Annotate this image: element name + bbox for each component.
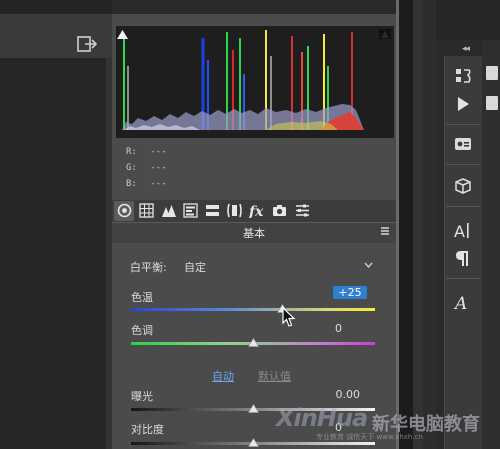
auto-button[interactable]: 自动 — [212, 368, 234, 384]
tint-label: 色调 — [131, 324, 153, 337]
detail-icon[interactable] — [161, 203, 176, 218]
right-gutter — [423, 0, 436, 449]
readout-g: G: --- — [126, 163, 167, 173]
watermark-logo: XinHua — [276, 404, 368, 432]
white-balance-label: 白平衡: — [130, 261, 167, 274]
default-button[interactable]: 默认值 — [258, 368, 291, 384]
left-top-strip — [0, 0, 112, 14]
tool-separator — [446, 278, 480, 279]
paragraph-icon[interactable] — [453, 248, 473, 268]
menu-icon[interactable] — [380, 226, 390, 236]
collapse-panels-button[interactable]: ◂◂ — [462, 44, 470, 54]
readout-channel: G: — [126, 163, 137, 173]
presets-icon[interactable] — [295, 203, 310, 218]
readout-value: --- — [150, 163, 167, 173]
tint-value[interactable]: 0 — [310, 322, 342, 335]
white-balance-select[interactable]: 自定 — [184, 259, 206, 275]
chevron-down-icon[interactable] — [364, 262, 373, 268]
svg-text:A: A — [453, 294, 467, 312]
shadow-clipping-icon[interactable] — [116, 28, 129, 40]
tone-curve-icon[interactable] — [139, 203, 154, 218]
mouse-cursor-icon — [282, 306, 296, 327]
panel-gap — [399, 0, 413, 449]
readout-r: R: --- — [126, 147, 167, 157]
3d-icon[interactable] — [453, 176, 473, 196]
history-icon[interactable] — [453, 66, 473, 86]
exposure-label: 曝光 — [131, 390, 153, 403]
svg-text:fx: fx — [249, 204, 264, 218]
svg-text:A: A — [454, 222, 465, 240]
lens-corrections-icon[interactable] — [227, 203, 242, 218]
side-panel-tab[interactable] — [486, 66, 498, 80]
right-gutter — [413, 0, 423, 449]
play-icon[interactable] — [453, 94, 473, 114]
readout-channel: B: — [126, 179, 137, 189]
basic-icon[interactable] — [117, 203, 132, 218]
hsl-icon[interactable] — [183, 203, 198, 218]
tool-separator — [446, 164, 480, 165]
histogram — [116, 26, 394, 138]
temperature-label: 色温 — [131, 291, 153, 304]
exposure-value[interactable]: 0.00 — [322, 388, 361, 401]
tool-separator — [446, 206, 480, 207]
tint-slider-thumb[interactable] — [247, 338, 259, 347]
glyphs-icon[interactable]: A — [453, 292, 473, 312]
image-info-icon[interactable] — [453, 134, 473, 154]
camera-calibration-icon[interactable] — [272, 203, 287, 218]
character-icon[interactable]: A — [453, 220, 473, 240]
highlight-clipping-icon[interactable] — [378, 28, 392, 40]
left-canvas — [0, 58, 106, 449]
right-top-area — [436, 0, 500, 40]
tool-separator — [446, 124, 480, 125]
fx-icon[interactable]: fx — [249, 203, 264, 218]
contrast-slider-thumb[interactable] — [247, 438, 259, 447]
exposure-slider-thumb[interactable] — [247, 404, 259, 413]
side-panel-tab[interactable] — [486, 96, 498, 110]
watermark-subtitle: 专业教育·诚信天下 www.xhxh.cn — [316, 433, 423, 441]
readout-b: B: --- — [126, 179, 167, 189]
contrast-label: 对比度 — [131, 423, 164, 436]
readout-value: --- — [150, 179, 167, 189]
temperature-value[interactable]: +25 — [333, 286, 367, 299]
temperature-slider[interactable] — [131, 308, 375, 311]
readout-channel: R: — [126, 147, 137, 157]
readout-value: --- — [150, 147, 167, 157]
exit-icon[interactable] — [76, 35, 98, 53]
split-toning-icon[interactable] — [205, 203, 220, 218]
